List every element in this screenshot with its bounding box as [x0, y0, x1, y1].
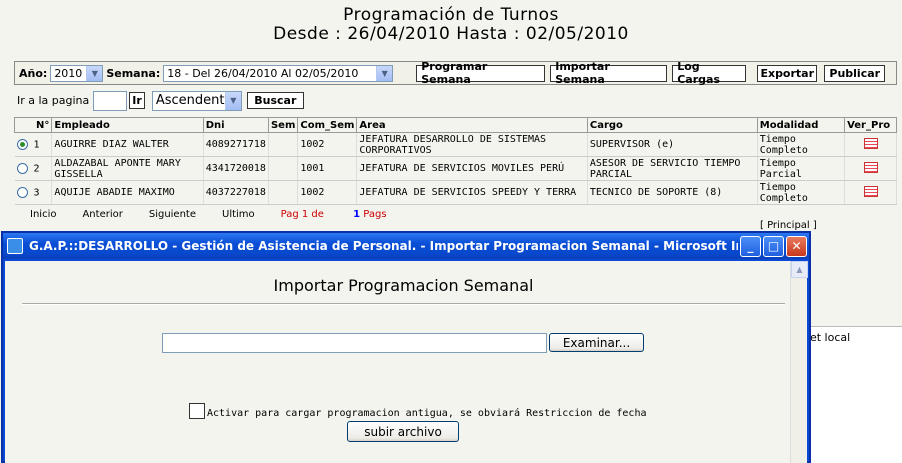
chevron-down-icon: ▼ [86, 65, 103, 81]
employee-table: N° Empleado Dni Sem Com_Sem Area Cargo M… [13, 117, 897, 205]
cell-modalidad: Tiempo Completo [757, 180, 846, 205]
row-select-radio[interactable] [16, 186, 28, 198]
table-header-row: N° Empleado Dni Sem Com_Sem Area Cargo M… [13, 117, 897, 133]
page-title-block: Programación de Turnos Desde : 26/04/201… [0, 6, 902, 44]
minimize-icon[interactable]: _ [740, 235, 761, 257]
old-schedule-checkbox[interactable] [189, 403, 205, 419]
cell-com-sem: 1002 [297, 180, 358, 205]
cell-dni: 4341720018 [203, 156, 269, 181]
col-header-area: Area [356, 117, 588, 133]
programar-semana-button[interactable]: Programar Semana [416, 60, 546, 86]
window-titlebar[interactable]: G.A.P.::DESARROLLO - Gestión de Asistenc… [3, 233, 809, 259]
go-button[interactable]: Ir [129, 92, 145, 109]
last-page-link[interactable]: Ultimo [222, 209, 255, 220]
scroll-up-icon[interactable]: ▲ [791, 261, 808, 278]
browse-button[interactable]: Examinar... [549, 333, 644, 352]
prev-page-link[interactable]: Anterior [82, 209, 122, 220]
page-title: Programación de Turnos [343, 5, 559, 25]
row-select-radio[interactable] [16, 138, 28, 150]
background-window-fragment: net local [803, 326, 902, 463]
pagination: Inicio Anterior Siguiente Ultimo Pag 1 d… [30, 209, 439, 220]
cell-cargo: TECNICO DE SOPORTE (8) [587, 180, 758, 205]
importar-semana-button[interactable]: Importar Semana [550, 60, 668, 86]
log-cargas-button[interactable]: Log Cargas [672, 60, 747, 86]
close-icon[interactable]: ✕ [786, 235, 807, 257]
col-header-dni: Dni [202, 117, 269, 133]
table-row: 3 AQUIJE ABADIE MAXIMO 4037227018 1002 J… [14, 180, 897, 205]
chevron-down-icon: ▼ [224, 91, 241, 110]
col-header-cargo: Cargo [586, 117, 758, 133]
upload-button[interactable]: subir archivo [347, 421, 459, 442]
cell-modalidad: Tiempo Completo [757, 132, 846, 157]
import-heading: Importar Programacion Semanal [273, 276, 534, 295]
paging-controls: Ir a la pagina Ir Ascendent ▼ Buscar [17, 90, 304, 111]
cell-area: JEFATURA DE SERVICIOS SPEEDY Y TERRA [356, 180, 588, 205]
search-button[interactable]: Buscar [246, 92, 304, 109]
publicar-button[interactable]: Publicar [824, 64, 886, 82]
week-label: Semana: [106, 66, 161, 80]
col-header-sem: Sem [267, 117, 299, 133]
view-schedule-icon[interactable] [863, 161, 878, 173]
first-page-link[interactable]: Inicio [30, 209, 56, 220]
week-select[interactable]: 18 - Del 26/04/2010 Al 02/05/2010 ▼ [163, 64, 394, 82]
row-select-radio[interactable] [16, 162, 28, 174]
popup-content: Importar Programacion Semanal Examinar..… [5, 261, 808, 463]
goto-page-label: Ir a la pagina [17, 94, 90, 107]
year-select[interactable]: 2010 ▼ [50, 64, 104, 82]
col-header-empleado: Empleado [51, 117, 204, 133]
window-title: G.A.P.::DESARROLLO - Gestión de Asistenc… [29, 239, 738, 253]
old-schedule-label: Activar para cargar programacion antigua… [207, 408, 647, 419]
cell-empleado: AGUIRRE DIAZ WALTER [51, 132, 204, 157]
cell-dni: 4037227018 [203, 180, 269, 205]
file-path-input[interactable] [162, 333, 547, 353]
page-indicator: Pag 1 de 1 Pags [280, 209, 387, 220]
table-row: 2 ALDAZABAL APONTE MARY GISSELLA 4341720… [14, 156, 897, 181]
col-header-modalidad: Modalidad [756, 117, 846, 133]
cell-area: JEFATURA DE SERVICIOS MOVILES PERÚ [356, 156, 588, 181]
toolbar: Año: 2010 ▼ Semana: 18 - Del 26/04/2010 … [14, 60, 897, 86]
page-number-input[interactable] [93, 90, 128, 111]
heading-divider [22, 303, 785, 305]
cell-sem [268, 180, 299, 205]
chevron-down-icon: ▼ [376, 65, 393, 81]
exportar-button[interactable]: Exportar [757, 64, 818, 82]
view-schedule-icon[interactable] [863, 185, 878, 197]
principal-link[interactable]: [ Principal ] [760, 220, 817, 231]
col-header-n: N° [13, 117, 53, 133]
col-header-ver-pro: Ver_Pro [844, 117, 897, 133]
vertical-scrollbar[interactable]: ▲ [790, 261, 808, 463]
cell-com-sem: 1002 [297, 132, 358, 157]
date-range: Desde : 26/04/2010 Hasta : 02/05/2010 [273, 24, 629, 44]
ie-icon [7, 238, 23, 254]
cell-modalidad: Tiempo Parcial [757, 156, 846, 181]
cell-cargo: SUPERVISOR (e) [587, 132, 758, 157]
next-page-link[interactable]: Siguiente [149, 209, 196, 220]
cell-cargo: ASESOR DE SERVICIO TIEMPO PARCIAL [587, 156, 758, 181]
cell-com-sem: 1001 [297, 156, 358, 181]
cell-empleado: AQUIJE ABADIE MAXIMO [51, 180, 204, 205]
cell-empleado: ALDAZABAL APONTE MARY GISSELLA [51, 156, 204, 181]
cell-sem [268, 156, 299, 181]
view-schedule-icon[interactable] [863, 137, 878, 149]
col-header-com-sem: Com_Sem [297, 117, 358, 133]
sort-order-select[interactable]: Ascendent ▼ [151, 90, 242, 111]
import-popup-window: G.A.P.::DESARROLLO - Gestión de Asistenc… [1, 231, 811, 463]
year-label: Año: [19, 66, 48, 80]
cell-sem [268, 132, 299, 157]
maximize-icon[interactable]: □ [763, 235, 784, 257]
table-row: 1 AGUIRRE DIAZ WALTER 4089271718 1002 JE… [14, 132, 897, 157]
cell-area: JEFATURA DESARROLLO DE SISTEMAS CORPORAT… [356, 132, 588, 157]
cell-dni: 4089271718 [203, 132, 269, 157]
